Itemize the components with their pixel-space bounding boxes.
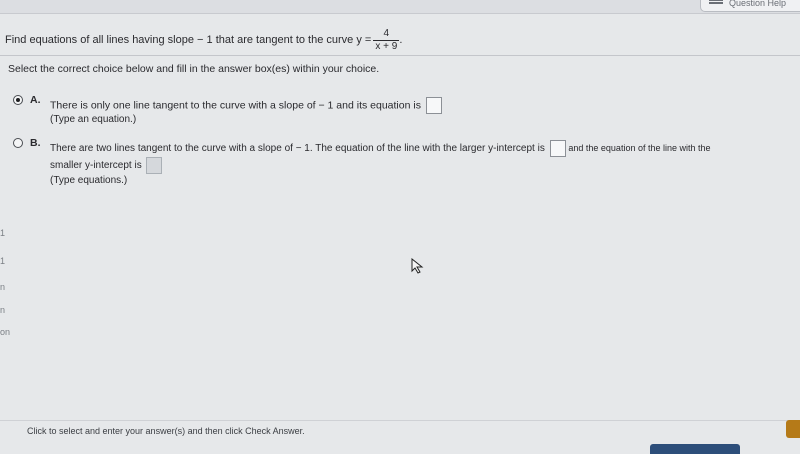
choice-a-hint: (Type an equation.) [50, 114, 137, 125]
margin-fragment: n [0, 282, 6, 292]
choice-b-statement-1: There are two lines tangent to the curve… [50, 143, 545, 155]
choice-a-radio[interactable] [13, 95, 23, 105]
choice-a-letter: A. [30, 94, 41, 106]
fraction-denominator: x + 9 [373, 40, 400, 52]
mouse-cursor-icon [411, 258, 424, 274]
corner-button[interactable] [786, 420, 800, 438]
question-suffix: . [399, 34, 403, 46]
question-middle: that are tangent to the curve y = [215, 34, 372, 46]
choice-a-text: There is only one line tangent to the cu… [50, 97, 442, 114]
choice-b-statement-2: and the equation of the line with the [568, 143, 711, 154]
choice-b-line2: smaller y-intercept is [50, 157, 163, 174]
choice-a-answer-box[interactable] [425, 97, 442, 114]
choice-b-text: There are two lines tangent to the curve… [50, 140, 711, 157]
question-prefix: Find equations of all lines having slope [5, 34, 194, 46]
footer-divider [0, 420, 800, 421]
margin-fragment: on [0, 327, 11, 337]
menu-icon [709, 2, 723, 4]
question-divider [0, 55, 800, 56]
choice-b-answer-box-smaller[interactable] [146, 157, 163, 174]
question-text: Find equations of all lines having slope… [5, 28, 402, 52]
fraction-numerator: 4 [383, 28, 390, 39]
question-help-button[interactable]: Question Help [700, 0, 800, 12]
choice-b-statement-3: smaller y-intercept is [50, 160, 142, 172]
question-slope: − 1 [197, 34, 213, 46]
question-help-label: Question Help [729, 0, 787, 8]
margin-fragment: 1 [0, 228, 6, 238]
footer-instruction: Click to select and enter your answer(s)… [27, 426, 305, 436]
check-answer-button[interactable] [650, 444, 740, 454]
instruction-text: Select the correct choice below and fill… [8, 63, 380, 75]
choice-b-answer-box-larger[interactable] [549, 140, 566, 157]
margin-fragment: n [0, 305, 6, 315]
choice-a-statement: There is only one line tangent to the cu… [50, 99, 421, 112]
choice-b-letter: B. [30, 137, 41, 149]
choice-b-hint: (Type equations.) [50, 175, 128, 186]
margin-fragment: 1 [0, 256, 6, 266]
curve-fraction: 4 x + 9 [373, 28, 400, 52]
choice-b-radio[interactable] [13, 138, 23, 148]
top-bar: Question Help [0, 0, 800, 14]
